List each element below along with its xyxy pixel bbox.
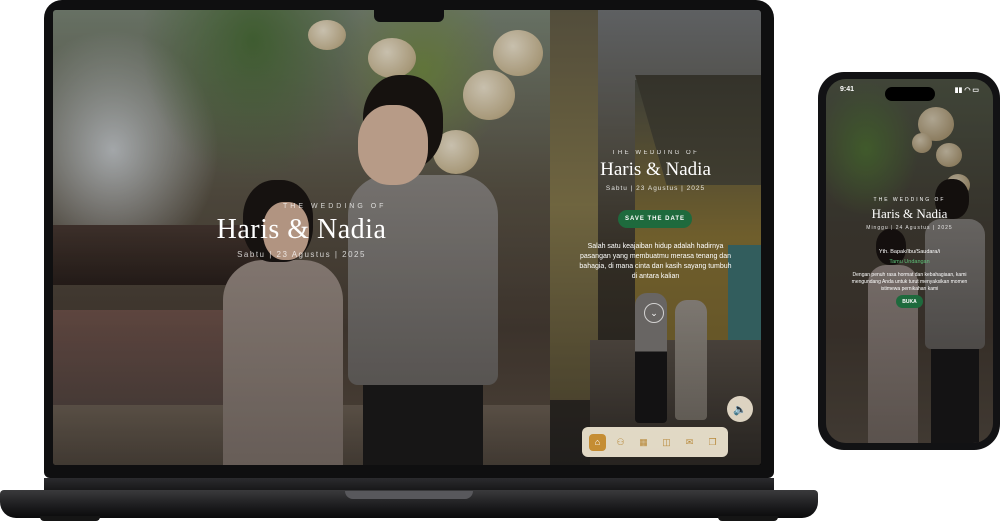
invitation-kicker: THE WEDDING OF [611, 150, 700, 156]
save-the-date-button[interactable]: SAVE THE DATE [618, 210, 692, 228]
phone-names: Haris & Nadia [871, 206, 948, 221]
camera-icon: ◫ [662, 436, 671, 447]
calendar-icon: ▦ [639, 436, 648, 447]
nav-event-button[interactable]: ▦ [635, 434, 652, 451]
cover-date: Sabtu | 23 Agustus | 2025 [237, 250, 366, 259]
open-invitation-button[interactable]: BUKA [896, 295, 923, 308]
phone-kicker: THE WEDDING OF [873, 197, 946, 203]
invitation-overlay [550, 10, 761, 465]
chevron-down-icon: ⌄ [650, 307, 658, 318]
phone-screen: 9:41 ▮▮ ◠ ▭ THE WEDDING OF Haris & Nadia… [826, 79, 993, 443]
device-mockup: THE WEDDING OF Haris & Nadia Sabtu | 23 … [0, 0, 1000, 523]
cover-kicker: THE WEDDING OF [283, 203, 387, 210]
laptop-notch [374, 10, 444, 22]
laptop-foot [718, 516, 778, 521]
phone-date: Minggu | 24 Agustus | 2025 [866, 225, 953, 231]
status-time: 9:41 [840, 86, 855, 93]
nav-couple-button[interactable]: ⚇ [612, 434, 629, 451]
sound-toggle-button[interactable]: 🔈 [727, 396, 753, 422]
invitation-date: Sabtu | 23 Agustus | 2025 [605, 185, 706, 192]
invitation-quote: Salah satu keajaiban hidup adalah hadirn… [579, 243, 732, 280]
cover-title-block: THE WEDDING OF Haris & Nadia Sabtu | 23 … [53, 203, 550, 259]
status-bar: 9:41 ▮▮ ◠ ▭ [826, 86, 993, 94]
laptop-lip [345, 491, 473, 499]
invitation-title-block: THE WEDDING OF Haris & Nadia Sabtu | 23 … [550, 150, 761, 192]
nav-message-button[interactable]: ✉ [681, 434, 698, 451]
nav-gallery-button[interactable]: ◫ [658, 434, 675, 451]
couple-icon: ⚇ [616, 436, 625, 447]
invitation-names: Haris & Nadia [600, 159, 711, 180]
guest-salutation: Yth. Bapak/Ibu/Saudara/i [878, 249, 941, 255]
nav-home-button[interactable]: ⌂ [589, 433, 606, 451]
nav-gift-button[interactable]: ❒ [704, 434, 721, 451]
bottom-nav: ⌂ ⚇ ▦ ◫ ✉ ❒ [582, 427, 728, 457]
invitation-message: Dengan penuh rasa hormat dan kebahagiaan… [851, 272, 968, 292]
cover-names: Haris & Nadia [216, 214, 387, 245]
scroll-down-button[interactable]: ⌄ [644, 303, 664, 323]
message-icon: ✉ [685, 436, 694, 447]
gift-icon: ❒ [708, 436, 717, 447]
guest-name: Tamu Undangan [889, 259, 930, 265]
phone-title-block: THE WEDDING OF Haris & Nadia Minggu | 24… [826, 197, 993, 231]
home-icon: ⌂ [594, 437, 601, 447]
laptop-foot [40, 516, 100, 521]
speaker-icon: 🔈 [733, 403, 747, 416]
status-icons: ▮▮ ◠ ▭ [954, 87, 979, 94]
